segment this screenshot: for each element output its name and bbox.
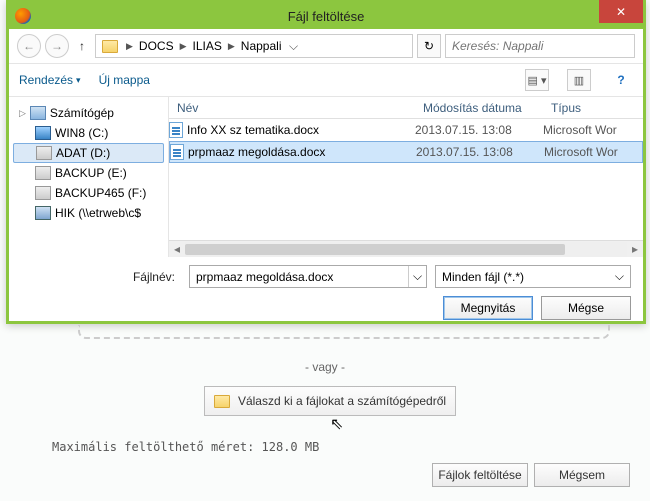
title-bar: Fájl feltöltése ✕ xyxy=(9,3,643,29)
filename-dropdown[interactable]: ⌵ xyxy=(408,266,426,287)
tree-item-drive[interactable]: WIN8 (C:) xyxy=(13,123,164,143)
tree-item-drive[interactable]: BACKUP (E:) xyxy=(13,163,164,183)
filename-label: Fájlnév: xyxy=(21,270,181,284)
col-date-header[interactable]: Módosítás dátuma xyxy=(415,101,543,115)
tree-item-drive[interactable]: ADAT (D:) xyxy=(13,143,164,163)
arrow-right-icon: → xyxy=(51,39,63,53)
preview-pane-button[interactable]: ▥ xyxy=(567,69,591,91)
forward-button[interactable]: → xyxy=(45,34,69,58)
tree-label: BACKUP (E:) xyxy=(55,166,127,180)
chevron-down-icon: ⌵ xyxy=(615,269,630,284)
page-cancel-button[interactable]: Mégsem xyxy=(534,463,630,487)
file-row[interactable]: prpmaaz megoldása.docx 2013.07.15. 13:08… xyxy=(169,141,643,163)
file-list: Név Módosítás dátuma Típus Info XX sz te… xyxy=(169,97,643,257)
col-type-header[interactable]: Típus xyxy=(543,101,643,115)
organize-menu[interactable]: Rendezés ▾ xyxy=(19,73,81,87)
dialog-title: Fájl feltöltése xyxy=(9,9,643,24)
horizontal-scrollbar[interactable]: ◂ ▸ xyxy=(169,240,643,257)
cursor-icon: ⇖ xyxy=(330,414,343,434)
file-type: Microsoft Wor xyxy=(543,123,643,137)
choose-files-button[interactable]: Válaszd ki a fájlokat a számítógépedről xyxy=(204,386,456,416)
tree-item-drive[interactable]: BACKUP465 (F:) xyxy=(13,183,164,203)
breadcrumb-dropdown[interactable]: ⌵ xyxy=(286,39,302,54)
chevron-down-icon: ▾ xyxy=(76,75,81,86)
file-date: 2013.07.15. 13:08 xyxy=(415,123,543,137)
drive-icon xyxy=(36,146,52,160)
breadcrumb-part[interactable]: Nappali xyxy=(237,39,286,53)
folder-icon xyxy=(214,395,230,408)
drive-icon xyxy=(35,186,51,200)
arrow-up-icon: ↑ xyxy=(79,39,85,53)
column-headers: Név Módosítás dátuma Típus xyxy=(169,97,643,119)
file-type: Microsoft Wor xyxy=(544,145,642,159)
breadcrumb[interactable]: ▶ DOCS ▶ ILIAS ▶ Nappali ⌵ xyxy=(95,34,413,58)
file-name: Info XX sz tematika.docx xyxy=(187,123,319,137)
computer-icon xyxy=(30,106,46,120)
max-size-note: Maximális feltölthető méret: 128.0 MB xyxy=(52,440,319,454)
scroll-thumb[interactable] xyxy=(185,244,565,255)
docx-icon xyxy=(170,144,184,160)
upload-files-button[interactable]: Fájlok feltöltése xyxy=(432,463,528,487)
nav-row: ← → ↑ ▶ DOCS ▶ ILIAS ▶ Nappali ⌵ ↻ xyxy=(9,29,643,63)
view-options-button[interactable]: ▤ ▾ xyxy=(525,69,549,91)
file-name: prpmaaz megoldása.docx xyxy=(188,145,325,159)
col-name-header[interactable]: Név xyxy=(169,101,415,115)
scroll-left-icon[interactable]: ◂ xyxy=(169,242,185,256)
file-row[interactable]: Info XX sz tematika.docx 2013.07.15. 13:… xyxy=(169,119,643,141)
close-icon: ✕ xyxy=(616,5,626,19)
up-button[interactable]: ↑ xyxy=(73,37,91,55)
nav-tree: ▷ Számítógép WIN8 (C:) ADAT (D:) BACKUP … xyxy=(9,97,169,257)
page-buttons: Fájlok feltöltése Mégsem xyxy=(432,463,630,487)
file-open-dialog: Fájl feltöltése ✕ ← → ↑ ▶ DOCS ▶ ILIAS ▶… xyxy=(6,0,646,324)
breadcrumb-part[interactable]: ILIAS xyxy=(189,39,226,53)
choose-files-label: Válaszd ki a fájlokat a számítógépedről xyxy=(238,394,446,408)
refresh-icon: ↻ xyxy=(424,39,434,53)
tree-root-computer[interactable]: ▷ Számítógép xyxy=(13,103,164,123)
breadcrumb-part[interactable]: DOCS xyxy=(135,39,178,53)
filetype-filter[interactable]: Minden fájl (*.*) ⌵ xyxy=(435,265,631,288)
help-icon: ? xyxy=(617,73,624,87)
filename-field[interactable]: ⌵ xyxy=(189,265,427,288)
tree-label: ADAT (D:) xyxy=(56,146,110,160)
filename-row: Fájlnév: ⌵ Minden fájl (*.*) ⌵ xyxy=(9,257,643,296)
search-input[interactable] xyxy=(445,34,635,58)
back-button[interactable]: ← xyxy=(17,34,41,58)
network-drive-icon xyxy=(35,206,51,220)
chevron-right-icon: ▶ xyxy=(124,41,135,52)
arrow-left-icon: ← xyxy=(23,39,35,53)
new-folder-button[interactable]: Új mappa xyxy=(99,73,150,87)
file-date: 2013.07.15. 13:08 xyxy=(416,145,544,159)
drop-zone-border xyxy=(78,325,610,339)
chevron-right-icon: ▶ xyxy=(178,41,189,52)
or-separator: - vagy - xyxy=(0,360,650,374)
tree-label: BACKUP465 (F:) xyxy=(55,186,146,200)
toolbar: Rendezés ▾ Új mappa ▤ ▾ ▥ ? xyxy=(9,63,643,97)
help-button[interactable]: ? xyxy=(609,69,633,91)
tree-label: HIK (\\etrweb\c$ xyxy=(55,206,141,220)
close-button[interactable]: ✕ xyxy=(599,0,643,23)
refresh-button[interactable]: ↻ xyxy=(417,34,441,58)
scroll-right-icon[interactable]: ▸ xyxy=(627,242,643,256)
filename-input[interactable] xyxy=(190,270,408,284)
open-button[interactable]: Megnyitás xyxy=(443,296,533,320)
cancel-button[interactable]: Mégse xyxy=(541,296,631,320)
filter-label: Minden fájl (*.*) xyxy=(442,270,615,284)
tree-label: Számítógép xyxy=(50,106,114,120)
chevron-right-icon: ▷ xyxy=(19,108,26,119)
docx-icon xyxy=(169,122,183,138)
tree-label: WIN8 (C:) xyxy=(55,126,108,140)
chevron-right-icon: ▶ xyxy=(226,41,237,52)
drive-icon xyxy=(35,126,51,140)
folder-icon xyxy=(98,40,124,53)
organize-label: Rendezés xyxy=(19,73,73,87)
drive-icon xyxy=(35,166,51,180)
file-rows: Info XX sz tematika.docx 2013.07.15. 13:… xyxy=(169,119,643,240)
dialog-body: ▷ Számítógép WIN8 (C:) ADAT (D:) BACKUP … xyxy=(9,97,643,257)
tree-item-network[interactable]: HIK (\\etrweb\c$ xyxy=(13,203,164,223)
